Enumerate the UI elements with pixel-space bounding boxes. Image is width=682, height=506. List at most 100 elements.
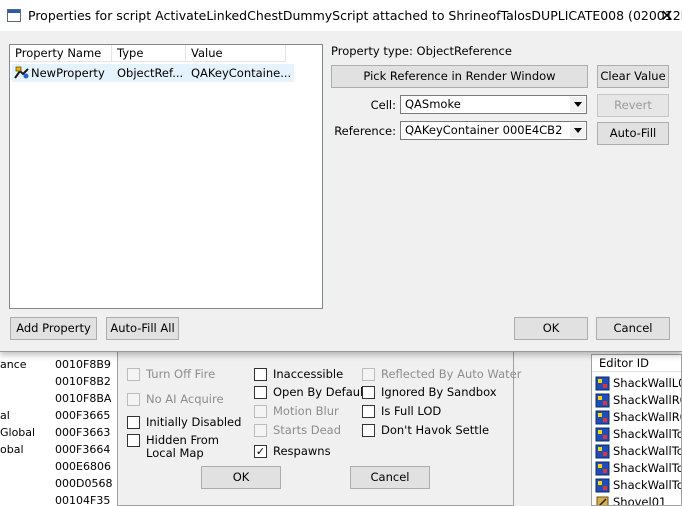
checkbox-reflected-by-auto-water: Reflected By Auto Water: [362, 368, 521, 381]
shovel-icon: [596, 496, 609, 505]
revert-button[interactable]: Revert: [597, 94, 669, 117]
add-property-button[interactable]: Add Property: [10, 317, 97, 340]
property-list[interactable]: Property Name Type Value NewProperty Obj…: [9, 44, 323, 309]
row-id-cell: 000F3664: [55, 443, 111, 456]
static-object-icon: [595, 478, 610, 493]
static-object-icon: [595, 461, 610, 476]
chevron-down-icon[interactable]: [570, 97, 585, 112]
list-item[interactable]: ShackWallL01: [595, 375, 681, 392]
static-object-icon: [595, 376, 610, 391]
list-item[interactable]: Shovel01: [595, 494, 666, 505]
cell-combobox[interactable]: QASmoke: [400, 95, 587, 114]
row-id-cell: 000E6806: [55, 460, 111, 473]
flags-cancel-button[interactable]: Cancel: [350, 466, 430, 489]
clear-value-button[interactable]: Clear Value: [597, 65, 669, 88]
checkbox-box: [254, 424, 267, 437]
pick-reference-button[interactable]: Pick Reference in Render Window: [331, 65, 588, 88]
property-icon: [14, 66, 29, 79]
checkbox-box: [127, 368, 140, 381]
checkbox-box: [127, 393, 140, 406]
table-row[interactable]: ance 0010F8B9: [0, 356, 119, 373]
checkbox-initially-disabled[interactable]: Initially Disabled: [127, 416, 241, 429]
column-header-value[interactable]: Value: [186, 45, 286, 62]
row-id-cell: 00104F35: [55, 494, 111, 506]
row-id-cell: 000F3663: [55, 426, 111, 439]
table-row[interactable]: Global 000F3663: [0, 424, 119, 441]
background-form-list[interactable]: 0010F8B9ance 0010F8B9 0010F8B2 0010F8BA al 00…: [0, 346, 120, 506]
editor-id-label: ShackWallTop: [613, 478, 681, 492]
checkbox-box[interactable]: [254, 386, 267, 399]
table-row[interactable]: al 000F3665: [0, 407, 119, 424]
property-name-cell: NewProperty: [31, 66, 105, 80]
property-row[interactable]: NewProperty ObjectRef... QAKeyContaine..…: [12, 64, 294, 82]
editor-id-label: ShackWallTop: [613, 427, 681, 441]
auto-fill-button[interactable]: Auto-Fill: [597, 122, 669, 145]
column-header-type[interactable]: Type: [112, 45, 186, 62]
row-id-cell: 000D0568: [55, 477, 113, 490]
checkbox-no-ai-acquire: No AI Acquire: [127, 393, 224, 406]
checkbox-label: Respawns: [273, 444, 331, 458]
cell-label: Cell:: [370, 98, 396, 112]
list-item[interactable]: ShackWallTop: [595, 443, 681, 460]
table-row[interactable]: 00104F35: [0, 492, 119, 506]
static-object-icon: [595, 427, 610, 442]
checkbox-ignored-by-sandbox[interactable]: Ignored By Sandbox: [362, 386, 497, 399]
list-item[interactable]: ShackWallR01: [595, 409, 681, 426]
checkbox-label: Don't Havok Settle: [381, 423, 490, 437]
checkbox-label: Hidden From Local Map: [146, 433, 219, 460]
checkbox-label: Open By Default: [273, 385, 368, 399]
close-icon[interactable]: ✕: [652, 0, 682, 31]
table-row[interactable]: obal 000F3664: [0, 441, 119, 458]
checkbox-open-by-default[interactable]: Open By Default: [254, 386, 368, 399]
window-icon: [7, 9, 21, 22]
checkbox-box[interactable]: [362, 386, 375, 399]
checkbox-motion-blur: Motion Blur: [254, 405, 339, 418]
ok-button[interactable]: OK: [514, 317, 588, 340]
editor-id-label: ShackWallTop: [613, 461, 681, 475]
list-item[interactable]: ShackWallR01: [595, 392, 681, 409]
flags-ok-button[interactable]: OK: [201, 466, 281, 489]
reference-combobox[interactable]: QAKeyContainer 000E4CB2: [400, 121, 587, 140]
editor-id-column-header[interactable]: Editor ID: [592, 355, 681, 372]
checkbox-is-full-lod[interactable]: Is Full LOD: [362, 405, 441, 418]
checkbox-box[interactable]: [362, 424, 375, 437]
checkbox-inaccessible[interactable]: Inaccessible: [254, 368, 343, 381]
checkbox-label: Is Full LOD: [381, 404, 442, 418]
row-name-cell: al: [0, 409, 10, 422]
checkbox-label: Initially Disabled: [146, 415, 242, 429]
checkbox-box[interactable]: [127, 416, 140, 429]
editor-id-label: ShackWallTop: [613, 444, 681, 458]
table-row[interactable]: 0010F8BA: [0, 390, 119, 407]
checkbox-hidden-from-local-map[interactable]: Hidden From Local Map: [127, 434, 219, 460]
static-object-icon: [595, 444, 610, 459]
checkbox-label: No AI Acquire: [146, 392, 224, 406]
editor-id-label: ShackWallR01: [613, 410, 681, 424]
checkbox-box[interactable]: ✓: [254, 445, 267, 458]
editor-id-list[interactable]: Editor ID ShackWallL01 ShackWallR01 ShackW…: [591, 354, 682, 506]
window-title: Properties for script ActivateLinkedChes…: [28, 8, 682, 23]
editor-id-label: ShackWallR01: [613, 393, 681, 407]
table-row[interactable]: 000E6806: [0, 458, 119, 475]
chevron-down-icon[interactable]: [570, 123, 585, 138]
list-item[interactable]: ShackWallTop: [595, 477, 681, 494]
checkbox-don-t-havok-settle[interactable]: Don't Havok Settle: [362, 424, 489, 437]
table-row[interactable]: 0010F8B2: [0, 373, 119, 390]
checkbox-box[interactable]: [362, 405, 375, 418]
title-bar[interactable]: Properties for script ActivateLinkedChes…: [0, 0, 682, 31]
list-item[interactable]: ShackWallTop: [595, 426, 681, 443]
cancel-button[interactable]: Cancel: [596, 317, 670, 340]
reference-flags-panel: Turn Off Fire No AI Acquire Initially Disa…: [117, 346, 521, 506]
checkbox-label: Turn Off Fire: [146, 367, 216, 381]
checkbox-respawns[interactable]: ✓ Respawns: [254, 445, 331, 458]
row-id-cell: 0010F8B2: [55, 375, 111, 388]
checkbox-box: [362, 368, 375, 381]
row-name-cell: obal: [0, 443, 24, 456]
checkbox-box[interactable]: [254, 368, 267, 381]
row-name-cell: ance: [0, 358, 27, 371]
auto-fill-all-button[interactable]: Auto-Fill All: [106, 317, 179, 340]
checkbox-label: Inaccessible: [273, 367, 344, 381]
list-item[interactable]: ShackWallTop: [595, 460, 681, 477]
table-row[interactable]: 000D0568: [0, 475, 119, 492]
checkbox-box[interactable]: [127, 434, 140, 447]
column-header-property-name[interactable]: Property Name: [10, 45, 112, 62]
